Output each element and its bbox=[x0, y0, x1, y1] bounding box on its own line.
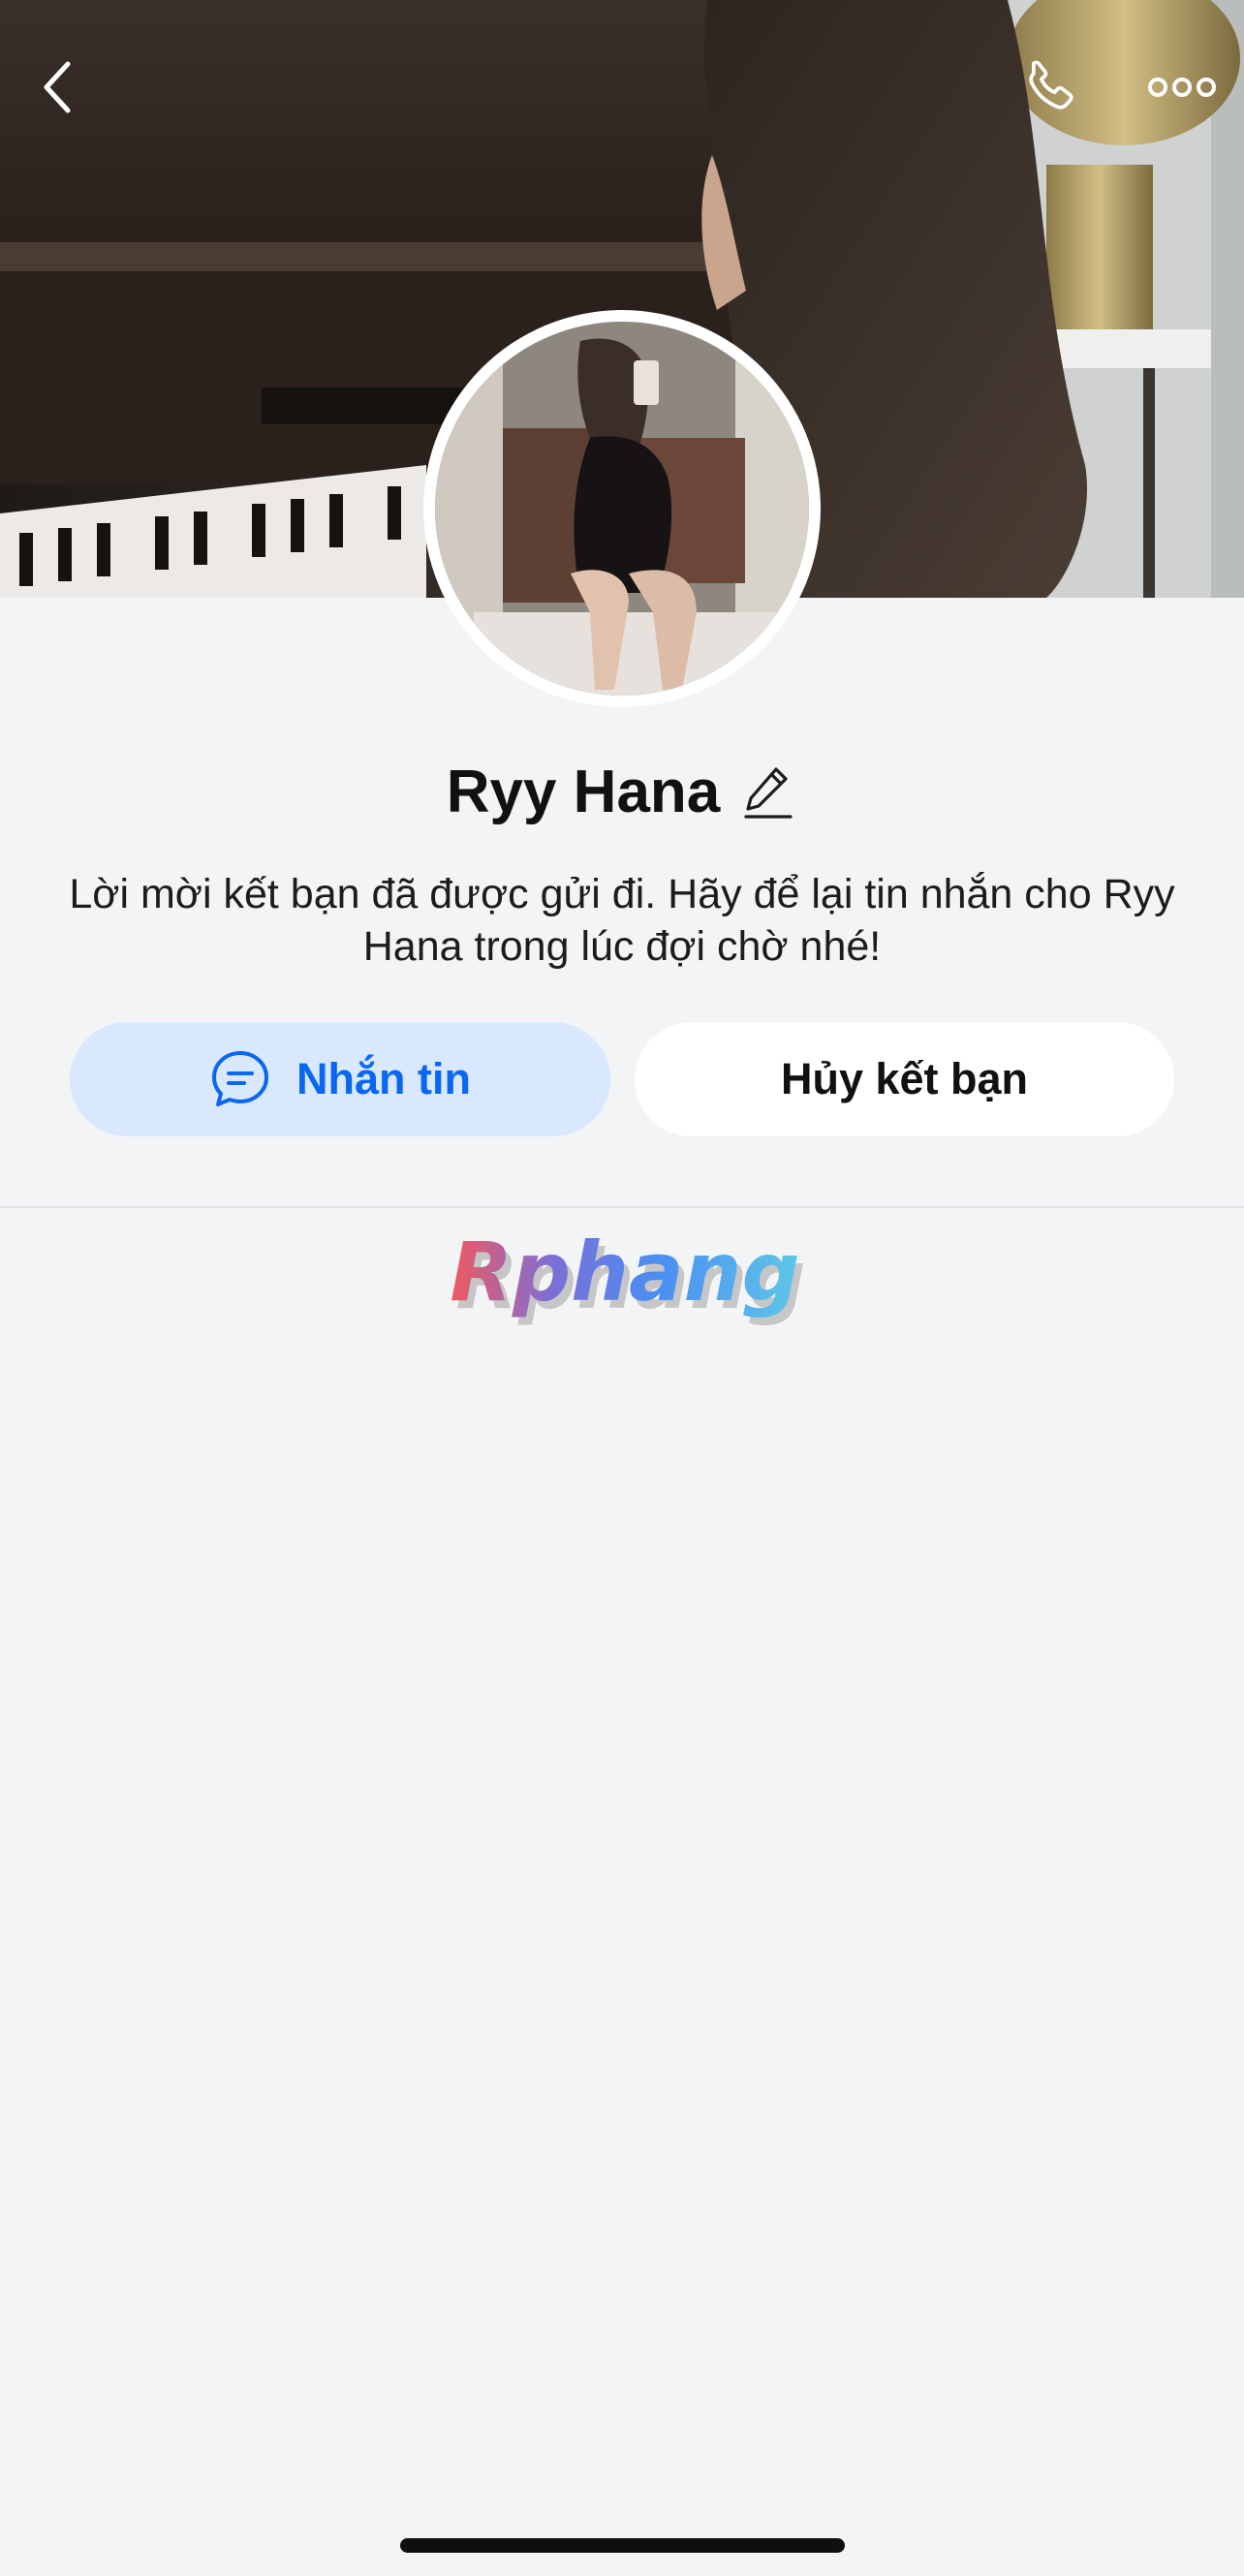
avatar-photo bbox=[435, 322, 809, 696]
call-button[interactable] bbox=[1008, 39, 1095, 136]
more-options-button[interactable] bbox=[1134, 39, 1230, 136]
message-button[interactable]: Nhắn tin bbox=[70, 1022, 610, 1136]
profile-name: Ryy Hana bbox=[446, 758, 721, 825]
svg-text:Rphang: Rphang bbox=[450, 1230, 799, 1319]
chevron-left-icon bbox=[44, 61, 71, 113]
avatar[interactable] bbox=[423, 310, 821, 707]
watermark-logo: Rphang Rphang bbox=[431, 1225, 819, 1337]
more-horizontal-icon bbox=[1148, 78, 1216, 97]
profile-page: Ryy Hana Lời mời kết bạn đã được gửi đi.… bbox=[0, 0, 1244, 2576]
unfriend-button[interactable]: Hủy kết bạn bbox=[635, 1022, 1174, 1136]
pencil-icon bbox=[744, 767, 793, 819]
unfriend-button-label: Hủy kết bạn bbox=[780, 1054, 1029, 1103]
name-row: Ryy Hana bbox=[0, 748, 1244, 835]
chat-bubble-icon bbox=[212, 1051, 268, 1106]
edit-name-button[interactable] bbox=[743, 764, 797, 819]
divider bbox=[0, 1206, 1244, 1208]
friend-request-status-text: Lời mời kết bạn đã được gửi đi. Hãy để l… bbox=[69, 871, 1175, 970]
message-button-label: Nhắn tin bbox=[296, 1054, 471, 1103]
home-indicator[interactable] bbox=[400, 2538, 845, 2553]
back-button[interactable] bbox=[19, 39, 97, 136]
phone-icon bbox=[1029, 60, 1073, 109]
